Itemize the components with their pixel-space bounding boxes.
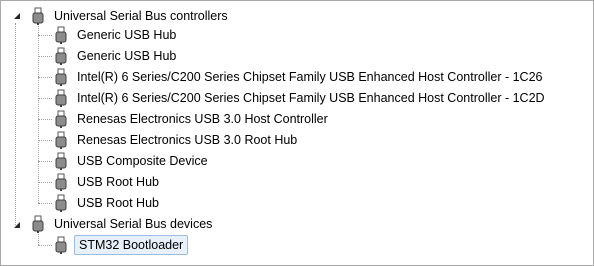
device-label: Generic USB Hub <box>77 49 177 63</box>
expanded-triangle-icon[interactable] <box>12 11 22 21</box>
usb-connector-icon <box>31 215 45 233</box>
usb-connector-icon <box>54 194 68 212</box>
usb-connector-icon <box>54 89 68 107</box>
tree-line <box>38 23 39 203</box>
device-generic-usb-hub[interactable]: Generic USB Hub <box>54 25 179 45</box>
expanded-triangle-icon[interactable] <box>12 220 22 230</box>
device-usb-root-hub[interactable]: USB Root Hub <box>54 193 162 213</box>
device-intel-host-controller-1c26[interactable]: Intel(R) 6 Series/C200 Series Chipset Fa… <box>54 67 545 87</box>
tree-line <box>38 245 52 246</box>
usb-connector-icon <box>54 68 68 86</box>
usb-connector-icon <box>54 173 68 191</box>
device-generic-usb-hub[interactable]: Generic USB Hub <box>54 46 179 66</box>
category-label: Universal Serial Bus controllers <box>54 9 228 23</box>
tree-line <box>38 77 52 78</box>
device-label: USB Root Hub <box>77 175 159 189</box>
device-intel-host-controller-1c2d[interactable]: Intel(R) 6 Series/C200 Series Chipset Fa… <box>54 88 548 108</box>
tree-line <box>15 23 16 225</box>
tree-line <box>38 98 52 99</box>
device-manager-tree-panel: Universal Serial Bus controllers Generic… <box>0 0 594 266</box>
device-usb-composite-device[interactable]: USB Composite Device <box>54 151 211 171</box>
tree-line <box>38 203 52 204</box>
usb-connector-icon <box>31 7 45 25</box>
usb-connector-icon <box>54 47 68 65</box>
usb-connector-icon <box>54 131 68 149</box>
usb-connector-icon <box>54 236 68 254</box>
tree-line <box>38 161 52 162</box>
device-label: USB Composite Device <box>77 154 208 168</box>
usb-connector-icon <box>54 26 68 44</box>
device-renesas-root-hub[interactable]: Renesas Electronics USB 3.0 Root Hub <box>54 130 300 150</box>
tree-line <box>38 35 52 36</box>
device-usb-root-hub[interactable]: USB Root Hub <box>54 172 162 192</box>
device-renesas-host-controller[interactable]: Renesas Electronics USB 3.0 Host Control… <box>54 109 331 129</box>
tree-line <box>38 119 52 120</box>
tree-line <box>38 56 52 57</box>
device-label: Generic USB Hub <box>77 28 177 42</box>
device-label: USB Root Hub <box>77 196 159 210</box>
device-label: STM32 Bootloader <box>74 235 189 255</box>
usb-connector-icon <box>54 110 68 128</box>
device-stm32-bootloader[interactable]: STM32 Bootloader <box>54 235 189 255</box>
category-usb-devices[interactable]: Universal Serial Bus devices <box>31 214 215 234</box>
category-label: Universal Serial Bus devices <box>54 217 213 231</box>
usb-connector-icon <box>54 152 68 170</box>
tree-line <box>38 140 52 141</box>
device-label: Intel(R) 6 Series/C200 Series Chipset Fa… <box>77 91 545 105</box>
device-label: Renesas Electronics USB 3.0 Root Hub <box>77 133 298 147</box>
device-tree: Universal Serial Bus controllers Generic… <box>1 1 593 265</box>
tree-line <box>38 182 52 183</box>
device-label: Renesas Electronics USB 3.0 Host Control… <box>77 112 328 126</box>
device-label: Intel(R) 6 Series/C200 Series Chipset Fa… <box>77 70 543 84</box>
category-usb-controllers[interactable]: Universal Serial Bus controllers <box>31 6 231 26</box>
